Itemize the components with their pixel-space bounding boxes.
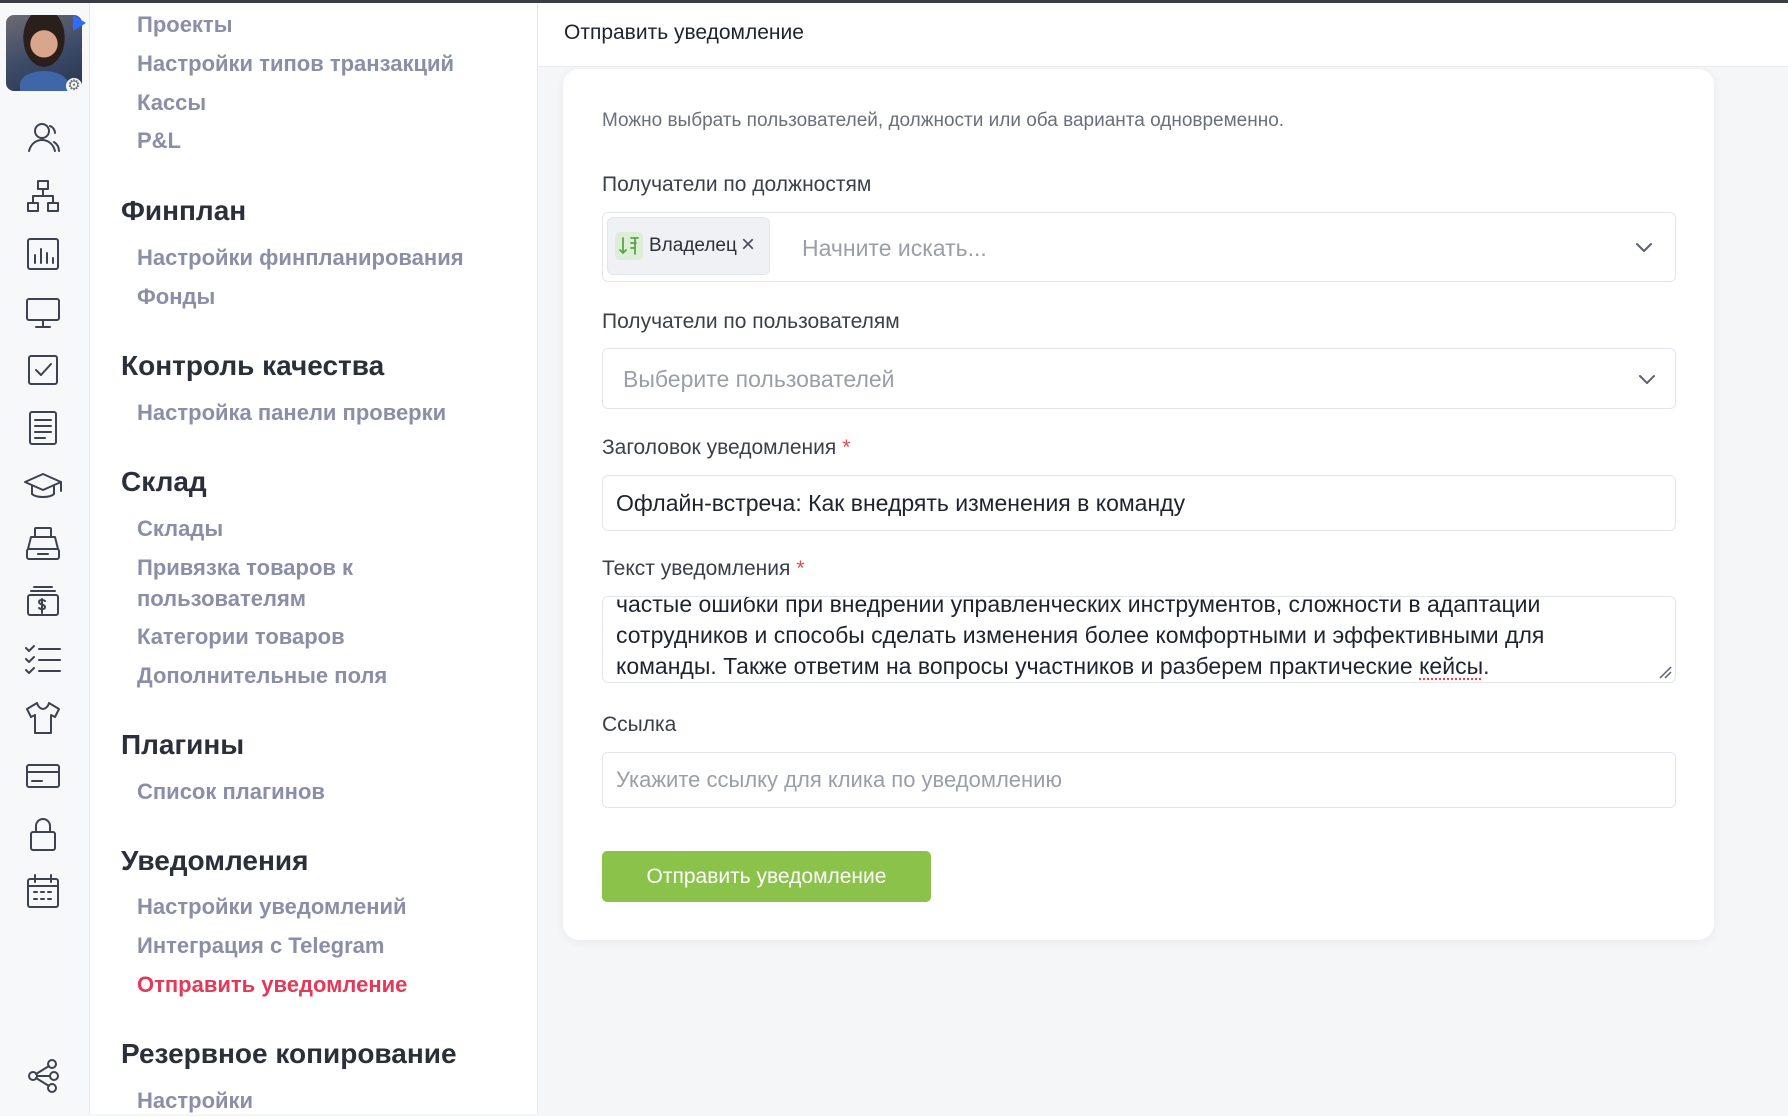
checklist-icon[interactable] <box>20 637 66 683</box>
page-header: Отправить уведомление <box>538 3 1788 67</box>
cash-register-icon[interactable] <box>20 521 66 567</box>
calendar-icon[interactable] <box>20 869 66 915</box>
notification-form: Можно выбрать пользователей, должности и… <box>563 69 1714 940</box>
monitor-icon[interactable] <box>20 289 66 335</box>
nav-item-backup-settings[interactable]: Настройки <box>137 1086 253 1116</box>
resize-handle-icon[interactable] <box>1658 665 1672 679</box>
required-mark: * <box>842 436 850 459</box>
form-hint: Можно выбрать пользователей, должности и… <box>602 110 1284 132</box>
title-label-text: Заголовок уведомления <box>602 436 836 459</box>
send-notification-button[interactable]: Отправить уведомление <box>602 851 931 902</box>
nav-item-telegram[interactable]: Интеграция с Telegram <box>137 931 384 961</box>
users-select[interactable]: Выберите пользователей <box>602 348 1676 409</box>
nav-item-notification-settings[interactable]: Настройки уведомлений <box>137 892 407 922</box>
page-title: Отправить уведомление <box>564 21 804 45</box>
nav-section-plugins: Плагины <box>121 727 244 763</box>
org-chart-icon[interactable] <box>20 173 66 219</box>
selected-position-chip: Владелец × <box>607 217 770 275</box>
users-icon[interactable] <box>20 115 66 161</box>
document-icon[interactable] <box>20 405 66 451</box>
chevron-down-icon[interactable] <box>1633 236 1655 258</box>
graduation-cap-icon[interactable] <box>20 463 66 509</box>
misspelled-word: кейсы <box>1419 653 1483 679</box>
positions-select[interactable]: Владелец × Начните искать... <box>602 212 1676 282</box>
settings-nav: Проекты Настройки типов транзакций Кассы… <box>90 3 538 1114</box>
nav-item-warehouses[interactable]: Склады <box>137 514 223 544</box>
users-label: Получатели по пользователям <box>602 310 900 334</box>
text-line: частые ошибки при внедрении управленческ… <box>616 597 1666 620</box>
nav-item-plugin-list[interactable]: Список плагинов <box>137 777 325 807</box>
title-input[interactable]: Офлайн-встреча: Как внедрять изменения в… <box>602 475 1676 531</box>
title-input-value: Офлайн-встреча: Как внедрять изменения в… <box>616 490 1185 517</box>
text-label: Текст уведомления * <box>602 557 805 581</box>
nodes-icon[interactable] <box>20 1053 66 1099</box>
link-placeholder: Укажите ссылку для клика по уведомлению <box>616 767 1062 793</box>
checkbox-icon[interactable] <box>20 347 66 393</box>
required-mark: * <box>796 557 804 580</box>
text-label-text: Текст уведомления <box>602 557 790 580</box>
text-line-part: . <box>1483 653 1489 679</box>
gear-icon[interactable]: ⚙ <box>66 78 82 94</box>
credit-card-icon[interactable] <box>20 753 66 799</box>
link-input[interactable]: Укажите ссылку для клика по уведомлению <box>602 752 1676 808</box>
icon-rail: ⚙ <box>0 3 90 1114</box>
chevron-down-icon[interactable] <box>1636 368 1658 390</box>
text-line-part: команды. Также ответим на вопросы участн… <box>616 653 1419 679</box>
link-label: Ссылка <box>602 713 676 737</box>
remove-chip-icon[interactable]: × <box>741 230 755 260</box>
nav-item-cashboxes[interactable]: Кассы <box>137 88 206 118</box>
nav-section-finplan: Финплан <box>121 193 246 229</box>
money-icon[interactable] <box>20 579 66 625</box>
text-line: сотрудников и способы сделать изменения … <box>616 620 1666 651</box>
nav-section-warehouse: Склад <box>121 464 207 500</box>
nav-section-quality: Контроль качества <box>121 348 384 384</box>
chip-label: Владелец <box>649 235 737 257</box>
nav-item-check-panel[interactable]: Настройка панели проверки <box>137 398 446 428</box>
text-textarea[interactable]: частые ошибки при внедрении управленческ… <box>602 596 1676 683</box>
positions-label: Получатели по должностям <box>602 173 871 197</box>
nav-item-finplan-settings[interactable]: Настройки финпланирования <box>137 243 464 273</box>
users-placeholder: Выберите пользователей <box>623 366 895 393</box>
nav-item-projects[interactable]: Проекты <box>137 10 233 40</box>
nav-item-transaction-types[interactable]: Настройки типов транзакций <box>137 49 454 79</box>
nav-item-extra-fields[interactable]: Дополнительные поля <box>137 661 387 691</box>
nav-item-goods-binding[interactable]: Привязка товаров к пользователям <box>137 552 437 614</box>
title-label: Заголовок уведомления * <box>602 436 850 460</box>
sort-icon <box>615 232 643 260</box>
status-flag-icon <box>73 15 86 31</box>
text-line: команды. Также ответим на вопросы участн… <box>616 651 1666 682</box>
nav-section-notifications: Уведомления <box>121 843 308 879</box>
nav-item-pnl[interactable]: P&L <box>137 126 181 156</box>
nav-item-send-notification[interactable]: Отправить уведомление <box>137 970 407 1000</box>
textarea-content: частые ошибки при внедрении управленческ… <box>616 597 1666 682</box>
tshirt-icon[interactable] <box>20 695 66 741</box>
nav-item-funds[interactable]: Фонды <box>137 282 215 312</box>
positions-search-placeholder[interactable]: Начните искать... <box>802 235 987 262</box>
nav-section-backup: Резервное копирование <box>121 1036 457 1072</box>
chart-icon[interactable] <box>20 231 66 277</box>
nav-item-goods-categories[interactable]: Категории товаров <box>137 622 345 652</box>
lock-icon[interactable] <box>20 811 66 857</box>
